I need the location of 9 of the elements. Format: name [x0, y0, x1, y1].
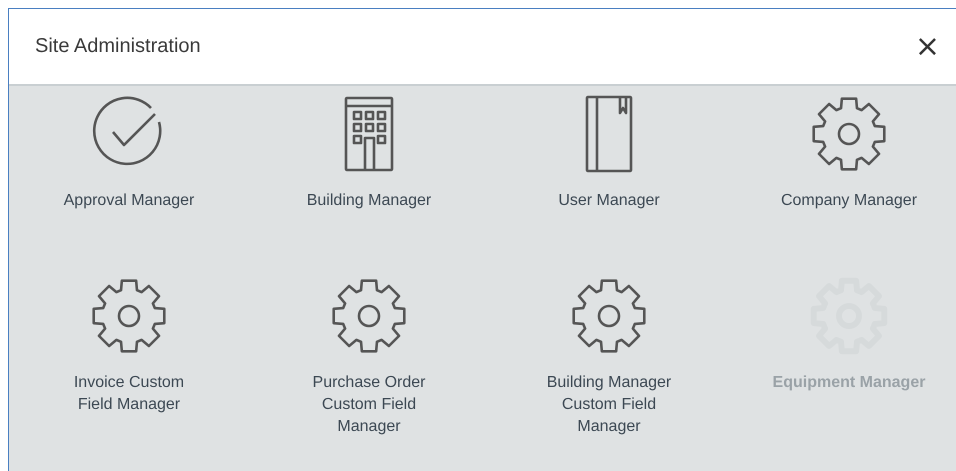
tool-link[interactable]: User Manager [558, 190, 660, 212]
close-button[interactable]: × [908, 32, 946, 62]
tool-link[interactable]: Approval Manager [64, 190, 194, 212]
tool-link[interactable]: Company Manager [780, 190, 918, 212]
tool-link[interactable]: Building Manager Custom Field Manager [546, 372, 672, 438]
tool-link[interactable]: Invoice Custom Field Manager [74, 372, 184, 416]
tool-link[interactable]: Purchase Order Custom Field Manager [312, 372, 426, 438]
tool-link[interactable]: Building Manager [306, 190, 432, 212]
dialog-title: Site Administration [35, 35, 201, 58]
